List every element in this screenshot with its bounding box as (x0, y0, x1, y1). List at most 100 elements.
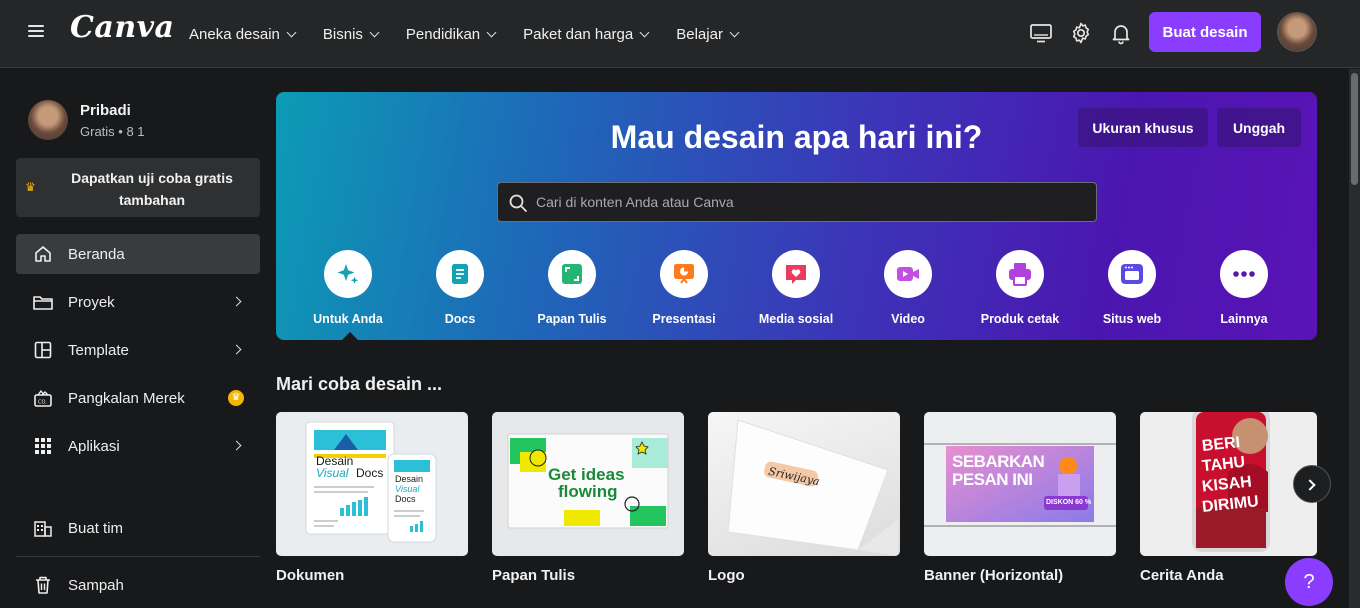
thumb-text: Visual (316, 466, 349, 480)
thumb-text: flowing (558, 482, 618, 501)
design-card-papan-tulis[interactable]: Get ideas flowing (492, 412, 684, 556)
sidebar-item-buat-tim[interactable]: Buat tim (16, 508, 260, 548)
thumb-text: Visual (395, 484, 420, 494)
chevron-right-icon (231, 440, 242, 451)
design-card-dokumen[interactable]: Desain Visual Docs Desain Visual Docs (276, 412, 468, 556)
sidebar-item-sampah[interactable]: Sampah (16, 565, 260, 605)
sidebar-item-beranda[interactable]: Beranda (16, 234, 260, 274)
bell-icon[interactable] (1109, 21, 1133, 45)
chevron-down-icon (286, 27, 297, 37)
carousel-next-button[interactable] (1293, 465, 1331, 503)
category-presentasi[interactable]: Presentasi (629, 250, 739, 326)
crown-badge-icon: ♛ (228, 390, 244, 406)
category-lainnya[interactable]: Lainnya (1189, 250, 1299, 326)
sidebar-item-label: Proyek (68, 293, 115, 311)
scrollbar[interactable] (1349, 69, 1360, 608)
crown-icon: ♛ (25, 180, 36, 194)
heart-icon (772, 250, 820, 298)
category-label: Untuk Anda (313, 312, 383, 326)
team-icon (32, 517, 54, 539)
design-card-banner[interactable]: SEBARKAN PESAN INI DISKON 60 % (924, 412, 1116, 556)
whiteboard-icon (548, 250, 596, 298)
card-label: Cerita Anda (1140, 567, 1224, 584)
card-label: Papan Tulis (492, 567, 576, 584)
category-untuk-anda[interactable]: Untuk Anda (293, 250, 403, 326)
category-papan-tulis[interactable]: Papan Tulis (517, 250, 627, 326)
sparkle-icon (324, 250, 372, 298)
avatar[interactable] (28, 100, 68, 140)
nav-label: Bisnis (322, 25, 363, 43)
section-title: Mari coba desain ... (276, 374, 443, 394)
top-nav: Aneka desain Bisnis Pendidikan Paket dan… (189, 0, 766, 68)
thumb-text: Desain (395, 474, 424, 484)
custom-size-button[interactable]: Ukuran khusus (1078, 108, 1208, 147)
nav-label: Pendidikan (405, 25, 481, 43)
divider (16, 556, 260, 557)
video-icon (884, 250, 932, 298)
sidebar-item-template[interactable]: Template (16, 330, 260, 370)
nav-label: Aneka desain (189, 25, 280, 43)
nav-belajar[interactable]: Belajar (676, 26, 740, 43)
sidebar-item-label: Beranda (68, 245, 125, 263)
nav-aneka-desain[interactable]: Aneka desain (189, 25, 297, 43)
category-label: Media sosial (758, 312, 834, 326)
chevron-down-icon (729, 27, 740, 37)
design-card-cerita[interactable]: BERI TAHU KISAH DIRIMU (1140, 412, 1317, 556)
monitor-icon[interactable] (1029, 21, 1053, 45)
sidebar-item-label: Buat tim (68, 519, 124, 537)
sidebar: Pribadi Gratis • 8 1 ♛ Dapatkan uji coba… (0, 69, 276, 608)
sidebar-item-label: Pangkalan Merek (68, 389, 185, 407)
apps-icon (32, 435, 54, 457)
gear-icon[interactable] (1069, 21, 1093, 45)
chevron-down-icon (639, 27, 650, 37)
nav-pendidikan[interactable]: Pendidikan (405, 25, 497, 43)
chevron-down-icon (369, 27, 380, 37)
sidebar-item-proyek[interactable]: Proyek (16, 282, 260, 322)
nav-paket-dan-harga[interactable]: Paket dan harga (523, 26, 650, 43)
create-design-button[interactable]: Buat desain (1149, 12, 1261, 52)
category-video[interactable]: Video (853, 250, 963, 326)
sidebar-item-label: Aplikasi (68, 437, 120, 455)
chevron-right-icon (231, 296, 242, 307)
upload-button[interactable]: Unggah (1217, 108, 1301, 147)
category-docs[interactable]: Docs (405, 250, 515, 326)
trial-banner[interactable]: ♛ Dapatkan uji coba gratis tambahan (16, 158, 260, 217)
trash-icon (32, 574, 54, 596)
nav-bisnis[interactable]: Bisnis (322, 25, 380, 43)
scrollbar-thumb[interactable] (1351, 73, 1358, 185)
sidebar-item-aplikasi[interactable]: Aplikasi (16, 426, 260, 466)
account-avatar[interactable] (1277, 12, 1317, 52)
doc-icon (436, 250, 484, 298)
thumb-text: PESAN INI (952, 470, 1033, 489)
category-situs-web[interactable]: Situs web (1077, 250, 1187, 326)
profile-name[interactable]: Pribadi (80, 102, 131, 119)
brand-kit-icon: CO. (32, 387, 54, 409)
trial-text: Dapatkan uji coba gratis tambahan (71, 170, 233, 208)
canva-logo[interactable]: Canva (70, 10, 175, 45)
category-label: Video (891, 312, 925, 326)
selected-caret (342, 332, 358, 340)
category-label: Lainnya (1220, 312, 1268, 326)
category-label: Docs (444, 312, 476, 326)
sidebar-item-pangkalan-merek[interactable]: CO. Pangkalan Merek ♛ (16, 378, 260, 418)
sidebar-item-label: Template (68, 341, 129, 359)
template-icon (32, 339, 54, 361)
thumb-text: SEBARKAN (952, 452, 1045, 471)
chevron-down-icon (486, 27, 497, 37)
category-label: Presentasi (652, 312, 716, 326)
thumb-text: DISKON 60 % (1046, 499, 1092, 506)
more-icon (1220, 250, 1268, 298)
thumb-text: Docs (356, 466, 384, 480)
category-label: Situs web (1102, 312, 1162, 326)
card-label: Banner (Horizontal) (924, 567, 1064, 584)
category-produk-cetak[interactable]: Produk cetak (965, 250, 1075, 326)
help-button[interactable]: ? (1285, 558, 1333, 606)
category-media-sosial[interactable]: Media sosial (741, 250, 851, 326)
thumb-text: Docs (395, 494, 416, 504)
search-input[interactable] (536, 183, 1086, 221)
menu-icon[interactable] (26, 22, 46, 42)
print-icon (996, 250, 1044, 298)
chevron-right-icon (231, 344, 242, 355)
search-box[interactable] (497, 182, 1097, 222)
design-card-logo[interactable]: Sriwijaya (708, 412, 900, 556)
